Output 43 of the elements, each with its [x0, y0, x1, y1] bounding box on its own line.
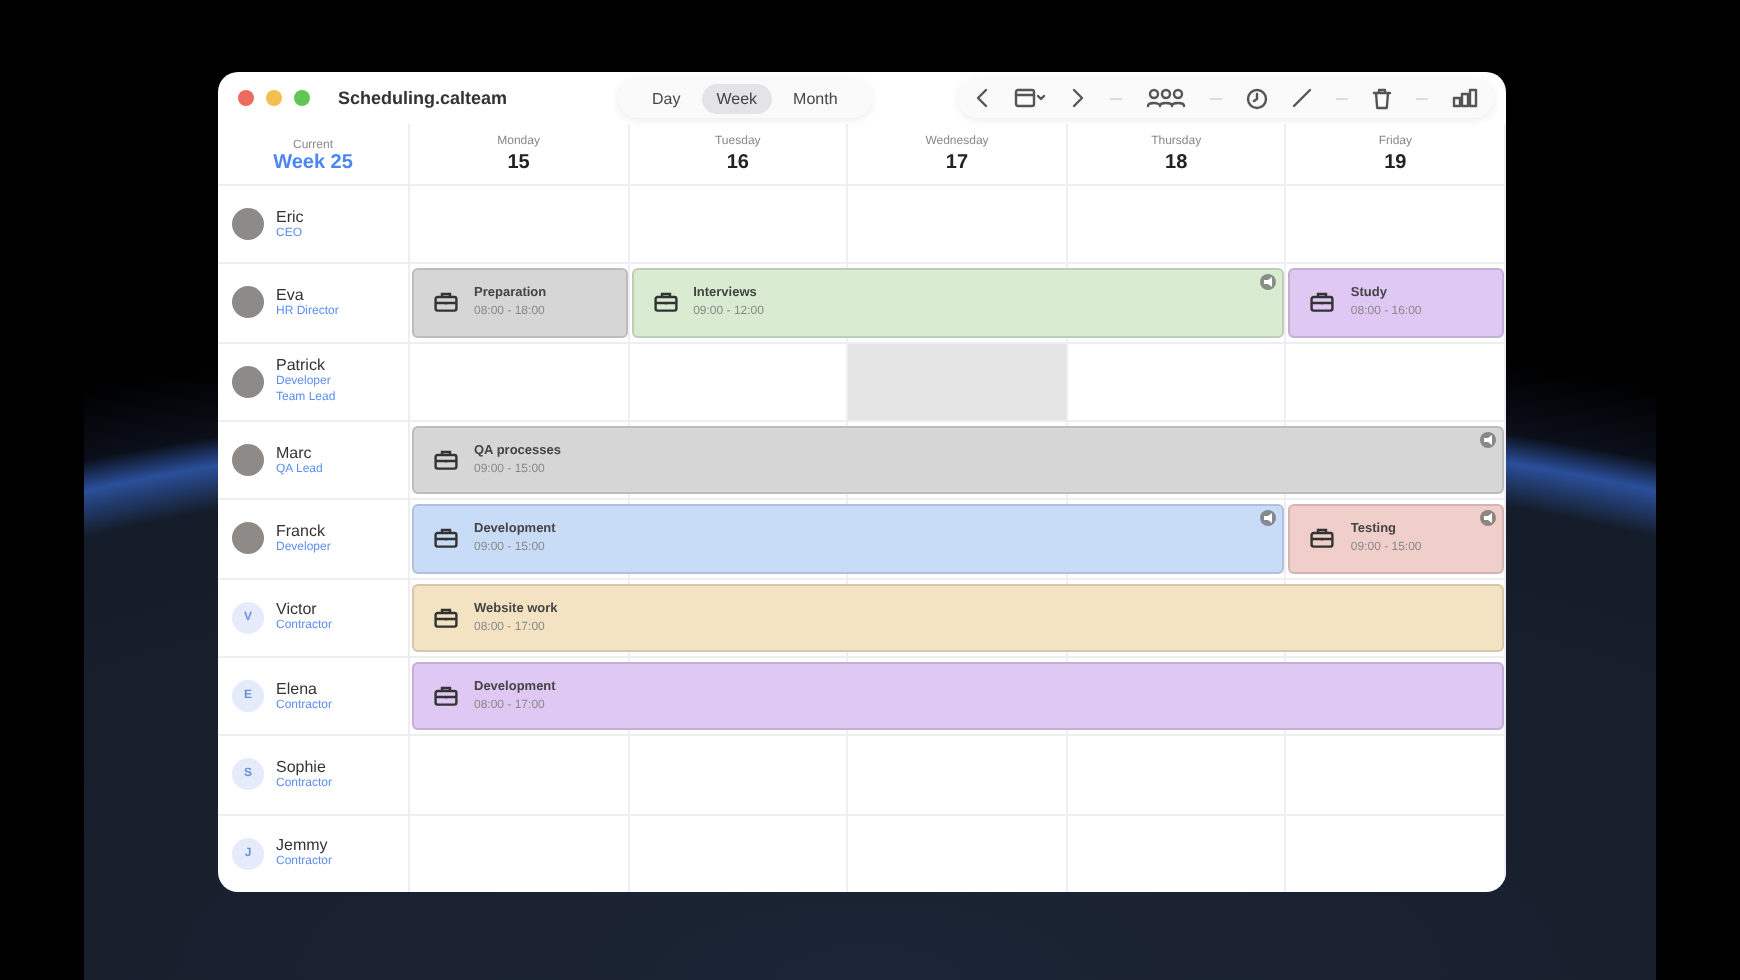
briefcase-icon	[1310, 528, 1335, 549]
day-number: 16	[726, 152, 749, 174]
briefcase-icon	[1310, 292, 1335, 313]
briefcase-icon	[434, 450, 458, 471]
person-name: Franck	[276, 521, 327, 540]
avatar-photo-placeholder	[232, 444, 264, 477]
day-number: 18	[1165, 152, 1188, 174]
people-icon[interactable]	[1146, 88, 1186, 108]
avatar-photo-placeholder	[232, 286, 264, 319]
person-name: Elena	[276, 679, 319, 698]
person-name: Patrick	[276, 356, 327, 375]
calendar-icon[interactable]	[1014, 88, 1046, 108]
person-name: Sophie	[276, 757, 328, 776]
day-number: 19	[1384, 152, 1407, 174]
person-name: Victor	[276, 600, 319, 619]
zoom-button[interactable]	[294, 90, 310, 106]
pencil-icon[interactable]	[1292, 88, 1312, 108]
view-tab[interactable]: Week	[702, 83, 772, 113]
briefcase-icon	[653, 292, 678, 313]
briefcase-icon	[434, 292, 458, 313]
person-name: Eric	[276, 207, 304, 226]
window-title: Scheduling.calteam	[338, 88, 508, 108]
person-name: Jemmy	[276, 836, 330, 855]
trash-icon[interactable]	[1372, 87, 1392, 109]
view-tab[interactable]: Month	[779, 83, 852, 113]
person-name: Eva	[276, 285, 306, 304]
avatar-photo-placeholder	[232, 208, 264, 241]
week-number: Week 25	[273, 152, 353, 174]
chevron-right-icon[interactable]	[1070, 88, 1086, 108]
avatar-photo-placeholder	[232, 365, 264, 398]
view-tab[interactable]: Day	[638, 83, 695, 113]
day-number: 15	[507, 152, 530, 174]
chevron-left-icon[interactable]	[974, 88, 990, 108]
person-name: Marc	[276, 443, 314, 462]
briefcase-icon	[434, 528, 458, 549]
briefcase-icon	[434, 686, 458, 707]
close-button[interactable]	[238, 90, 254, 106]
briefcase-icon	[434, 607, 458, 628]
minimize-button[interactable]	[266, 90, 282, 106]
avatar-photo-placeholder	[232, 522, 264, 555]
day-number: 17	[945, 152, 969, 174]
bar-chart-icon[interactable]	[1452, 88, 1478, 108]
clock-icon[interactable]	[1246, 87, 1268, 109]
